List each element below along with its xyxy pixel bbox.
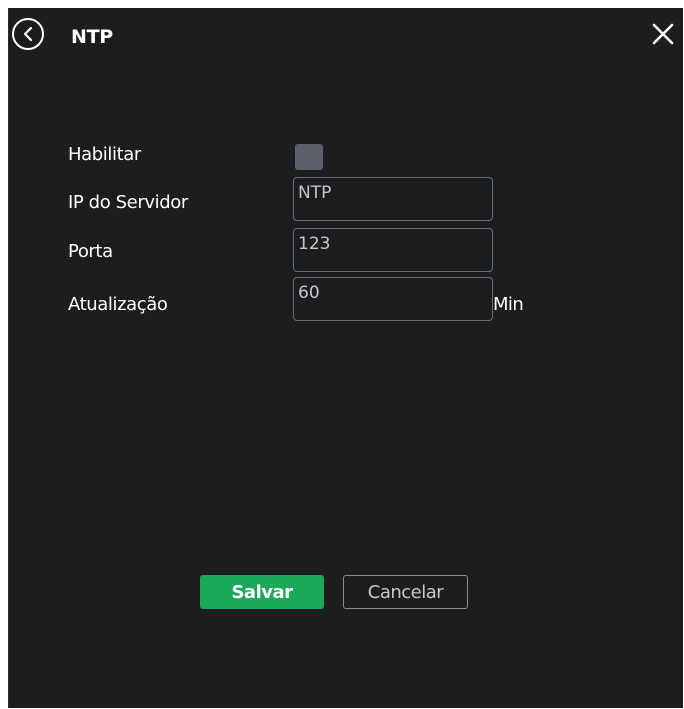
- update-interval-input[interactable]: 60: [293, 277, 493, 321]
- chevron-left-icon: [23, 26, 33, 42]
- server-ip-input[interactable]: NTP: [293, 177, 493, 221]
- server-ip-label: IP do Servidor: [68, 192, 188, 213]
- back-button[interactable]: [12, 18, 44, 50]
- enable-checkbox[interactable]: [295, 144, 323, 170]
- update-interval-unit: Min: [493, 294, 524, 315]
- ntp-dialog: NTP Habilitar IP do Servidor NTP Porta 1…: [8, 8, 683, 708]
- port-input[interactable]: 123: [293, 228, 493, 272]
- cancel-button[interactable]: Cancelar: [343, 575, 468, 609]
- close-icon: [652, 23, 674, 45]
- close-button[interactable]: [651, 22, 675, 46]
- dialog-title: NTP: [71, 26, 113, 48]
- update-interval-label: Atualização: [68, 294, 168, 315]
- port-label: Porta: [68, 241, 113, 262]
- enable-label: Habilitar: [68, 144, 141, 165]
- save-button[interactable]: Salvar: [200, 575, 324, 609]
